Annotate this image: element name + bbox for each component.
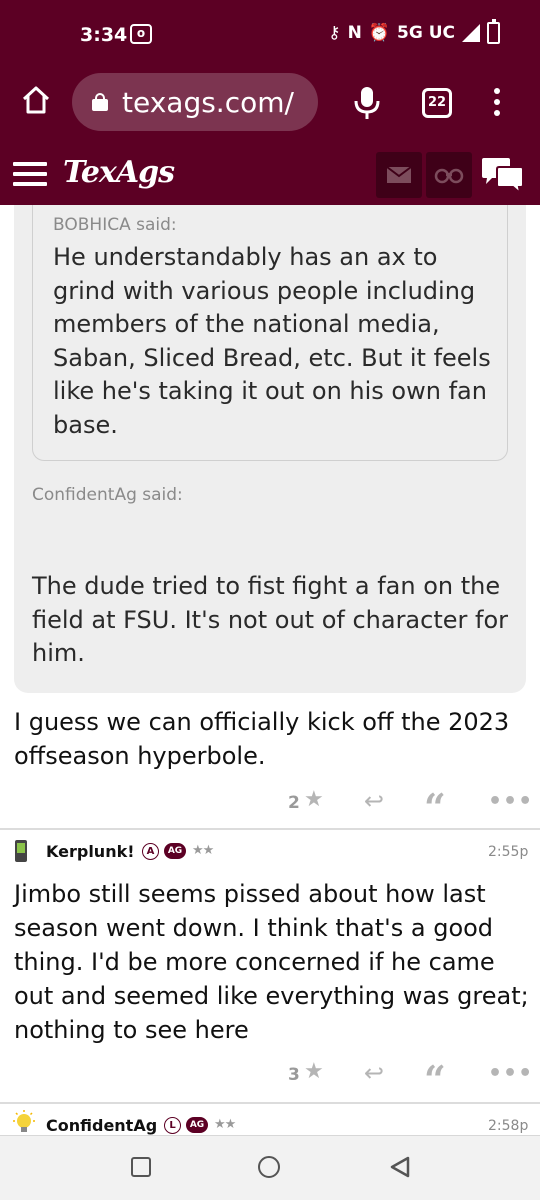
- quote-icon[interactable]: “: [424, 1061, 446, 1099]
- post-author[interactable]: ConfidentAg: [46, 1116, 157, 1135]
- user-badge: L: [164, 1117, 181, 1134]
- browser-toolbar: texags.com/ 22: [0, 70, 540, 134]
- hamburger-icon[interactable]: [13, 162, 47, 192]
- lock-icon: [92, 93, 108, 111]
- home-icon[interactable]: [20, 84, 52, 116]
- chat-icon[interactable]: [480, 156, 526, 196]
- quote-block: BOBHICA said: He understandably has an a…: [14, 205, 526, 693]
- status-time: 3:34: [80, 24, 128, 46]
- like-count: 2: [288, 793, 300, 813]
- url-text: texags.com/: [122, 85, 294, 119]
- post-divider: [0, 828, 540, 830]
- post-header: Kerplunk! A AG ★★ 2:55p: [0, 833, 540, 873]
- recents-icon[interactable]: [131, 1157, 151, 1177]
- post-body: Jimbo still seems pissed about how last …: [14, 880, 529, 1044]
- rating-stars: ★★: [214, 1117, 236, 1132]
- status-right: ⚷ N ⏰ 5G UC: [328, 19, 500, 44]
- nfc-icon: N: [347, 23, 362, 43]
- post-actions: 2 ★ ↩ “ •••: [0, 785, 540, 827]
- ag-badge: AG: [164, 843, 186, 859]
- quote-icon[interactable]: “: [424, 789, 446, 827]
- like-count: 3: [288, 1065, 300, 1085]
- signal-icon: [462, 24, 480, 42]
- home-button-icon[interactable]: [258, 1156, 280, 1178]
- lightbulb-icon: [13, 1110, 35, 1132]
- ag-badge: AG: [186, 1117, 208, 1133]
- post-body: I guess we can officially kick off the 2…: [14, 708, 510, 770]
- post-author[interactable]: Kerplunk!: [46, 842, 135, 861]
- post-actions: 3 ★ ↩ “ •••: [0, 1057, 540, 1099]
- site-logo[interactable]: TexAgs: [63, 155, 175, 190]
- post-time: 2:55p: [488, 844, 529, 860]
- mail-icon[interactable]: [376, 152, 422, 198]
- reply-icon[interactable]: ↩: [364, 787, 384, 815]
- binoculars-icon[interactable]: [426, 152, 472, 198]
- status-bar: 3:34 o ⚷ N ⏰ 5G UC: [0, 0, 540, 70]
- more-icon[interactable]: •••: [488, 789, 533, 814]
- network-label: 5G UC: [397, 23, 455, 43]
- mic-icon[interactable]: [353, 85, 381, 121]
- post-time: 2:58p: [488, 1118, 529, 1134]
- post-header: ConfidentAg L AG ★★ 2:58p: [0, 1107, 540, 1135]
- site-nav: TexAgs: [0, 148, 540, 205]
- alarm-icon: ⏰: [368, 23, 391, 43]
- star-icon[interactable]: ★: [304, 787, 324, 812]
- rating-stars: ★★: [192, 843, 214, 858]
- key-icon: ⚷: [328, 23, 341, 43]
- cast-icon: o: [130, 24, 152, 44]
- battery-icon: [487, 19, 500, 44]
- nested-quote-text: He understandably has an ax to grind wit…: [53, 243, 491, 439]
- reply-icon[interactable]: ↩: [364, 1059, 384, 1087]
- back-icon[interactable]: [388, 1155, 412, 1179]
- address-bar[interactable]: texags.com/: [72, 73, 318, 131]
- top-bar: 3:34 o ⚷ N ⏰ 5G UC texags.com/ 22 TexAgs: [0, 0, 540, 205]
- thread-content: BOBHICA said: He understandably has an a…: [0, 205, 540, 1135]
- post-divider: [0, 1102, 540, 1104]
- star-icon[interactable]: ★: [304, 1059, 324, 1084]
- user-badge: A: [142, 843, 159, 860]
- quote-text: The dude tried to fist fight a fan on th…: [32, 572, 509, 667]
- nested-quote-author: BOBHICA said:: [53, 215, 177, 235]
- more-icon[interactable]: •••: [488, 1061, 533, 1086]
- system-nav-bar: [0, 1135, 540, 1200]
- phone-icon: [15, 840, 27, 862]
- nested-quote-block: BOBHICA said: He understandably has an a…: [32, 205, 508, 461]
- quote-author: ConfidentAg said:: [32, 485, 183, 505]
- kebab-menu-icon[interactable]: [494, 88, 502, 121]
- tabs-icon[interactable]: 22: [422, 88, 452, 118]
